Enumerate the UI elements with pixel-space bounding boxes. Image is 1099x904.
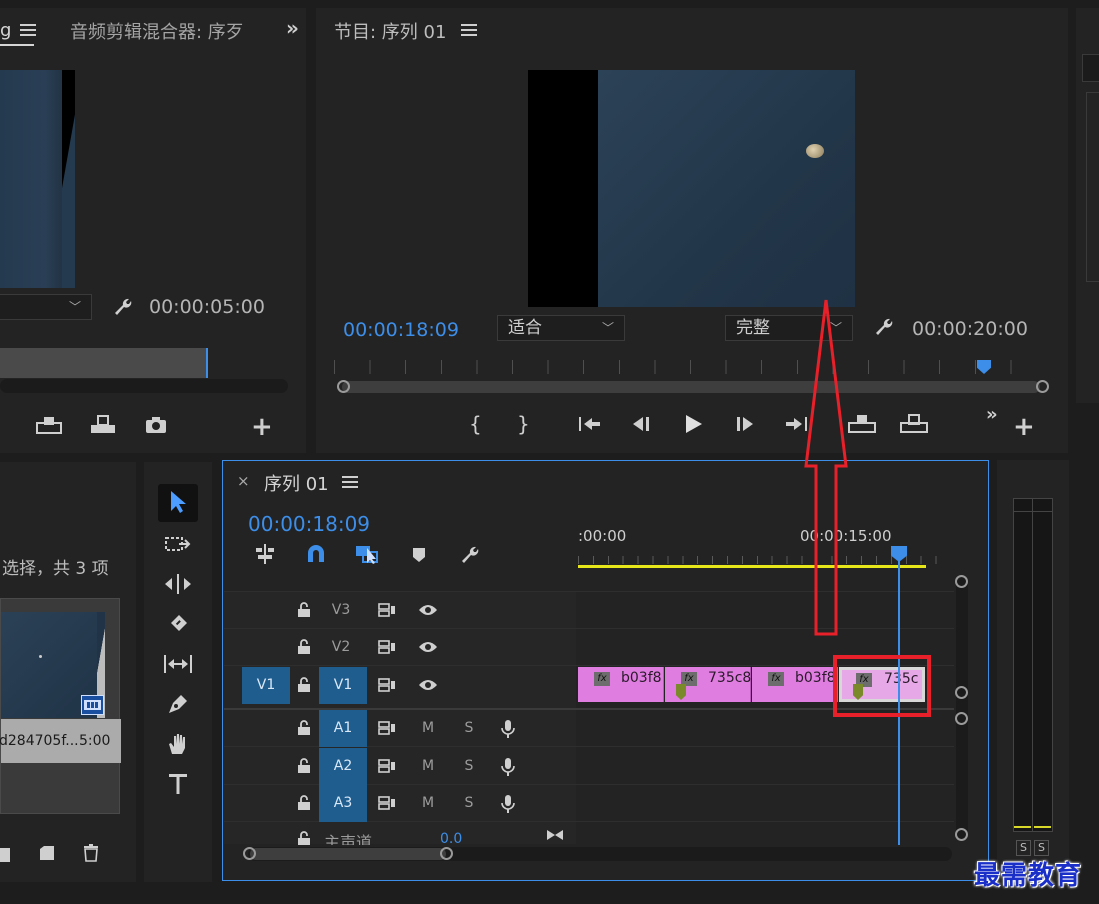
annotation-red-arrow — [804, 299, 848, 636]
annotation-overlay — [804, 299, 931, 717]
watermark-text: 最需教育 — [974, 861, 1083, 891]
annotation-red-box — [833, 655, 931, 717]
